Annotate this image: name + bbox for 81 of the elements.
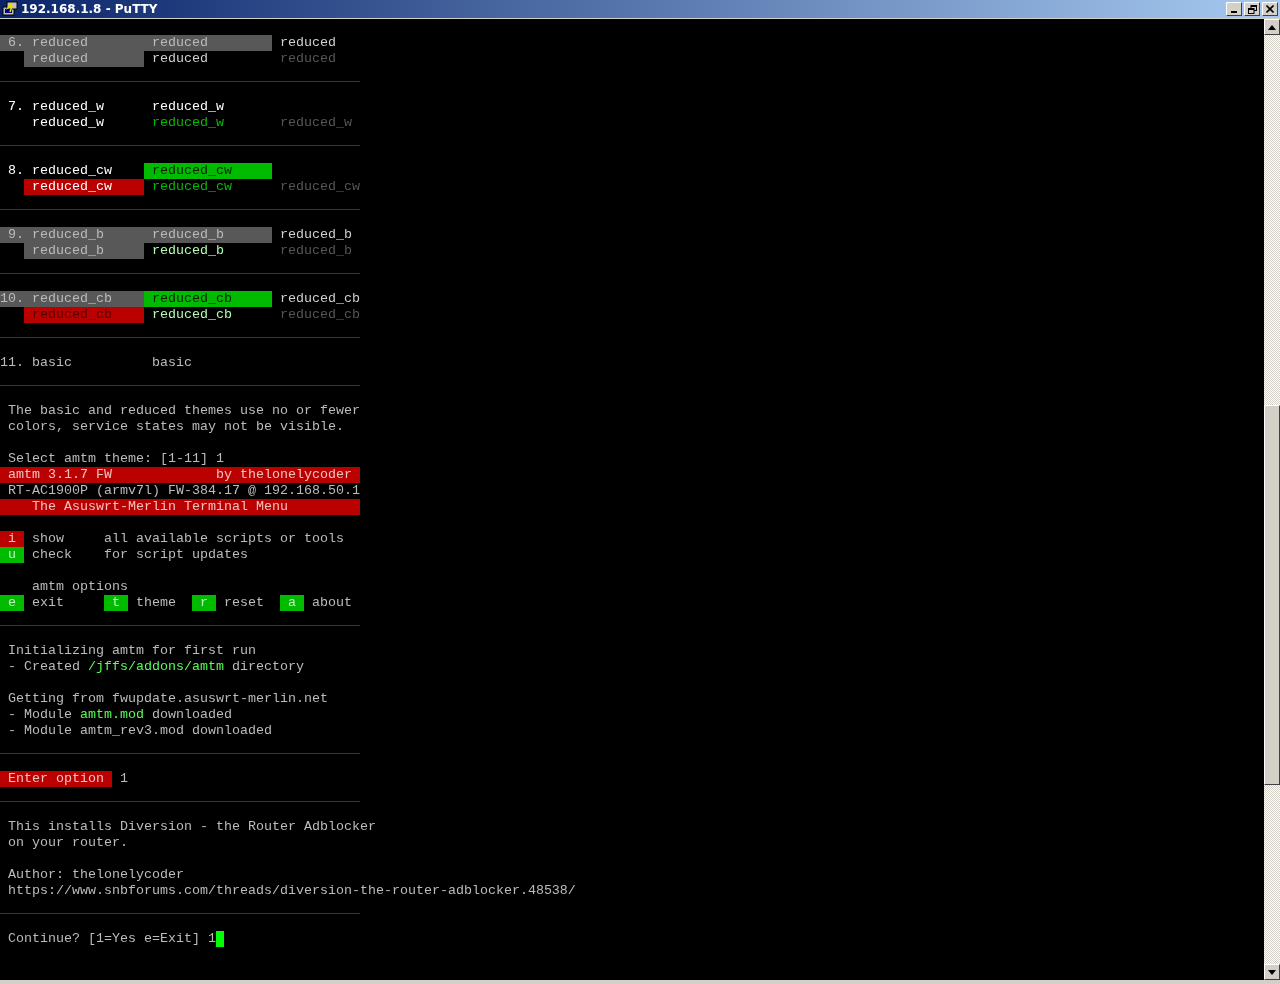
terminal-text: exit (31, 595, 65, 611)
highlighted-text: The Asuswrt-Merlin Terminal Menu (0, 499, 360, 515)
terminal-text: reduced_w (151, 99, 225, 115)
terminal-text: all available scripts or tools (103, 531, 344, 547)
close-icon (1266, 5, 1274, 13)
terminal-text: reduced (279, 51, 336, 67)
highlighted-text: u (0, 547, 24, 563)
terminal-text: Initializing amtm for first run (7, 643, 256, 659)
terminal-text: - Module amtm_rev3.mod downloaded (7, 723, 272, 739)
terminal-text: 1 (118, 771, 128, 787)
highlighted-text: amtm 3.1.7 FW (0, 467, 208, 483)
highlighted-text: reduced (24, 51, 144, 67)
terminal-text: reduced_cb (279, 307, 360, 323)
terminal-text: for script updates (103, 547, 248, 563)
terminal-text: Author: thelonelycoder (7, 867, 184, 883)
terminal-text: reduced_w (31, 115, 105, 131)
terminal-computer-icon (2, 1, 18, 17)
terminal-text: check (31, 547, 72, 563)
scroll-down-button[interactable] (1264, 964, 1280, 980)
terminal-text: reduced_b (151, 243, 225, 259)
terminal-text: colors, service states may not be visible. (7, 419, 344, 435)
scroll-up-button[interactable] (1264, 19, 1280, 35)
highlighted-text: 9. reduced_b (0, 227, 144, 243)
terminal-text: reset (222, 595, 265, 611)
text-cursor (215, 931, 224, 947)
window-title: 192.168.1.8 - PuTTY (21, 2, 158, 16)
terminal-text: downloaded (150, 707, 232, 723)
terminal-text: show (31, 531, 64, 547)
terminal-text: /jffs/addons/amtm (88, 659, 224, 675)
highlighted-text: e (0, 595, 24, 611)
terminal-text: Continue? [1=Yes e=Exit] 1 (7, 931, 216, 947)
highlighted-text: by thelonelycoder (207, 467, 360, 483)
restore-icon (1247, 4, 1257, 14)
down-arrow-icon (1268, 969, 1276, 975)
terminal-text: directory (230, 659, 304, 675)
terminal-text: https://www.snbforums.com/threads/diversion-the-router-adblocker.48538/ (7, 883, 576, 899)
highlighted-text: 6. reduced (0, 35, 144, 51)
highlighted-text: reduced_cw (144, 163, 272, 179)
terminal-text: This installs Diversion - the Router Adblocker (7, 819, 376, 835)
terminal-text: reduced_cw (151, 179, 233, 195)
highlighted-text: reduced_b (24, 243, 144, 259)
highlighted-text: a (280, 595, 304, 611)
terminal-text: 7. reduced_w (7, 99, 105, 115)
terminal-text: reduced_cb (279, 291, 360, 307)
up-arrow-icon (1268, 24, 1276, 30)
terminal-text: theme (134, 595, 177, 611)
highlighted-text: reduced_cb (144, 291, 272, 307)
close-button[interactable] (1262, 2, 1278, 16)
terminal-text: reduced_cw (279, 179, 360, 195)
terminal-text: reduced (279, 35, 336, 51)
highlighted-text: reduced_cb (24, 307, 144, 323)
terminal-text: The basic and reduced themes use no or fewer (7, 403, 360, 419)
terminal-text: amtm options (31, 579, 128, 595)
terminal-text: reduced_w (151, 115, 225, 131)
highlighted-text: i (0, 531, 24, 547)
highlighted-text: 10. reduced_cb (0, 291, 144, 307)
scrollbar-thumb[interactable] (1264, 405, 1280, 785)
terminal-text: - Module (7, 707, 73, 723)
highlighted-text: t (104, 595, 128, 611)
terminal-text: reduced_cb (151, 307, 233, 323)
highlighted-text: Enter option (0, 771, 112, 787)
highlighted-text: reduced_b (144, 227, 272, 243)
terminal-text: on your router. (7, 835, 128, 851)
terminal-text: basic (151, 355, 193, 371)
terminal-text: reduced_b (279, 227, 352, 243)
highlighted-text: r (192, 595, 216, 611)
terminal-text: reduced_w (279, 115, 352, 131)
terminal-text: 8. reduced_cw (7, 163, 113, 179)
terminal-text: Select amtm theme: [1-11] 1 (7, 451, 224, 467)
highlighted-text: reduced (144, 35, 272, 51)
terminal-text: 11. basic (0, 355, 73, 371)
minimize-button[interactable] (1226, 2, 1242, 16)
terminal-text: about (310, 595, 352, 611)
terminal-text: amtm.mod (80, 707, 144, 723)
terminal-text: reduced_b (279, 243, 352, 259)
terminal-text: - Created (7, 659, 81, 675)
terminal-text: Getting from fwupdate.asuswrt-merlin.net (7, 691, 328, 707)
terminal-text: reduced (151, 51, 209, 67)
terminal-text: RT-AC1900P (armv7l) FW-384.17 @ 192.168.50.1 (7, 483, 360, 499)
highlighted-text: reduced_cw (24, 179, 144, 195)
restore-button[interactable] (1244, 2, 1260, 16)
